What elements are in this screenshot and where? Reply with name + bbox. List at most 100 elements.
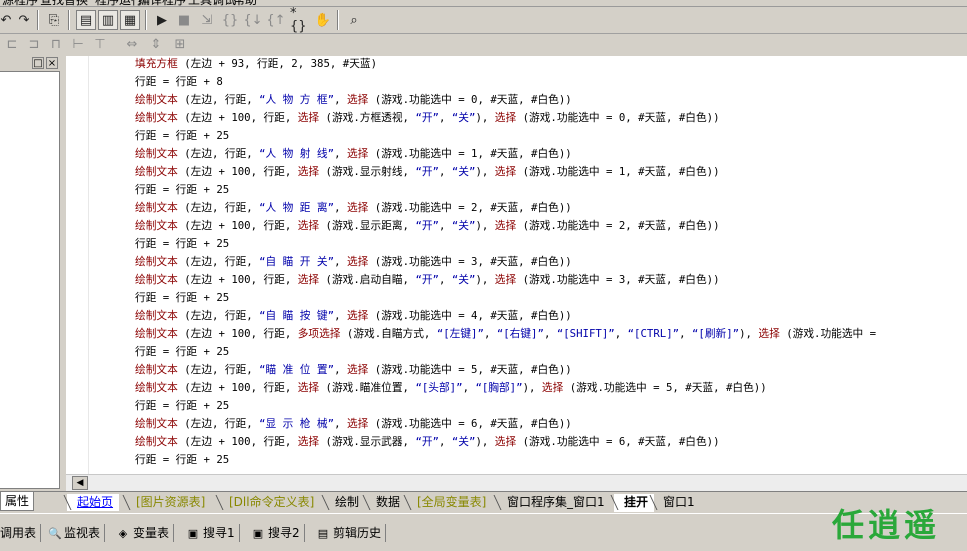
space-h-icon[interactable]: ⊢ — [68, 34, 88, 54]
hand-icon[interactable]: ✋ — [313, 10, 333, 30]
editor-tab-3[interactable]: 绘制 — [325, 494, 365, 511]
same-size-icon[interactable]: ⊞ — [170, 34, 190, 54]
code-line[interactable]: 绘制文本 (左边 + 100, 行距, 选择 (游戏.方框透视, “开”, “关… — [135, 109, 883, 127]
code-text: ), — [475, 273, 495, 286]
code-line[interactable]: 绘制文本 (左边 + 100, 行距, 选择 (游戏.瞄准位置, “[头部]”,… — [135, 379, 883, 397]
code-function: 选择 — [346, 363, 369, 376]
code-editor[interactable]: 填充方框 (左边 + 93, 行距, 2, 385, #天蓝) 行距 = 行距 +… — [66, 56, 967, 474]
code-line[interactable]: 绘制文本 (左边, 行距, “瞄 准 位 置”, 选择 (游戏.功能选中 = 5… — [135, 361, 883, 379]
editor-tab-4[interactable]: 数据 — [366, 494, 406, 511]
code-line[interactable]: 绘制文本 (左边, 行距, “人 物 方 框”, 选择 (游戏.功能选中 = 0… — [135, 91, 883, 109]
code-line[interactable]: 绘制文本 (左边, 行距, “自 瞄 按 键”, 选择 (游戏.功能选中 = 4… — [135, 307, 883, 325]
editor-tab-8[interactable]: 窗口1 — [653, 494, 701, 511]
code-text: (游戏.功能选中 = 6, #天蓝, #白色)) — [368, 417, 572, 430]
code-line[interactable]: 行距 = 行距 + 25 — [135, 397, 883, 415]
bottom-tab-1[interactable]: 🔍 监视表 — [48, 524, 106, 542]
menu-item-0[interactable]: 源程序 — [2, 0, 38, 6]
same-height-icon[interactable]: ⇕ — [146, 34, 166, 54]
bottom-tab-label: 监视表 — [64, 526, 101, 540]
bottom-tab-5[interactable]: ▤ 剪辑历史 — [317, 524, 387, 542]
menu-item-1[interactable]: 查找替换 — [40, 0, 88, 6]
step-over-icon[interactable]: {↓ — [243, 10, 263, 30]
close-icon[interactable]: × — [46, 57, 58, 69]
editor-tab-7[interactable]: 挂开 — [614, 494, 655, 512]
step-icon[interactable]: ⇲ — [197, 10, 217, 30]
redo-icon[interactable]: ↷ — [14, 10, 34, 30]
code-text: (游戏.功能选中 = 5, #天蓝, #白色)) — [368, 363, 572, 376]
code-text: 行距 = 行距 + 25 — [135, 345, 230, 358]
same-width-icon[interactable]: ⇔ — [122, 34, 142, 54]
code-text: (左边, 行距, — [177, 255, 260, 268]
tab-properties[interactable]: 属性 — [0, 492, 35, 511]
code-function: 绘制文本 — [135, 147, 178, 160]
space-v-icon[interactable]: ⊤ — [90, 34, 110, 54]
code-line[interactable]: 行距 = 行距 + 25 — [135, 343, 883, 361]
menu-item-3[interactable]: 编译程序 — [138, 0, 186, 6]
layout-3-icon[interactable]: ▦ — [120, 10, 140, 30]
bottom-tab-4[interactable]: ▣ 搜寻2 — [252, 524, 305, 542]
code-text: (左边 + 93, 行距, 2, 385, #天蓝) — [177, 57, 378, 70]
run-icon[interactable]: ▶ — [152, 10, 172, 30]
binoculars-icon[interactable]: ⌕ — [344, 10, 364, 30]
editor-tab-2[interactable]: [Dll命令定义表] — [219, 494, 320, 511]
code-string: “开” — [415, 219, 439, 232]
left-panel-list[interactable] — [0, 71, 60, 489]
code-text: (游戏.方框透视, — [319, 111, 416, 124]
menu-item-2[interactable]: 程序运行 — [95, 0, 143, 6]
editor-tab-6[interactable]: 窗口程序集_窗口1 — [497, 494, 611, 511]
menu-item-4[interactable]: 工具调试 — [188, 0, 236, 6]
code-line[interactable]: 绘制文本 (左边 + 100, 行距, 选择 (游戏.显示距离, “开”, “关… — [135, 217, 883, 235]
code-line[interactable]: 绘制文本 (左边 + 100, 行距, 多项选择 (游戏.自瞄方式, “[左键]… — [135, 325, 883, 343]
code-function: 绘制文本 — [135, 111, 178, 124]
code-line[interactable]: 绘制文本 (左边, 行距, “人 物 射 线”, 选择 (游戏.功能选中 = 1… — [135, 145, 883, 163]
code-line[interactable]: 填充方框 (左边 + 93, 行距, 2, 385, #天蓝) — [135, 56, 883, 73]
bottom-tab-0[interactable]: 调用表 — [0, 524, 42, 542]
code-line[interactable]: 绘制文本 (左边, 行距, “显 示 枪 械”, 选择 (游戏.功能选中 = 6… — [135, 415, 883, 433]
code-string: “瞄 准 位 置” — [259, 363, 335, 376]
stop-icon[interactable]: ■ — [174, 10, 194, 30]
find-icon[interactable]: ⎘ — [44, 10, 64, 30]
code-line[interactable]: 绘制文本 (左边, 行距, “自 瞄 开 关”, 选择 (游戏.功能选中 = 3… — [135, 253, 883, 271]
code-text: 行距 = 行距 + 8 — [135, 75, 223, 88]
bottom-tab-3[interactable]: ▣ 搜寻1 — [187, 524, 240, 542]
code-line[interactable]: 行距 = 行距 + 25 — [135, 235, 883, 253]
code-line[interactable]: 绘制文本 (左边 + 100, 行距, 选择 (游戏.显示射线, “开”, “关… — [135, 163, 883, 181]
code-string: “关” — [451, 273, 476, 286]
code-line[interactable]: 行距 = 行距 + 8 — [135, 73, 883, 91]
breakpoint-icon[interactable]: *{} — [290, 7, 310, 33]
code-text: , — [679, 327, 692, 340]
editor-tab-5[interactable]: [全局变量表] — [407, 494, 492, 511]
code-string: “关” — [451, 165, 476, 178]
code-line[interactable]: 行距 = 行距 + 25 — [135, 181, 883, 199]
bottom-tool-bar: 调用表 🔍 监视表 ◈ 变量表 ▣ 搜寻1 ▣ 搜寻2 ▤ 剪辑历史 — [0, 513, 967, 551]
bottom-tab-2[interactable]: ◈ 变量表 — [117, 524, 175, 542]
code-line[interactable]: 行距 = 行距 + 25 — [135, 127, 883, 145]
horizontal-scrollbar[interactable]: ◀ — [66, 474, 967, 492]
code-line[interactable]: 行距 = 行距 + 25 — [135, 451, 883, 469]
scroll-left-icon[interactable]: ◀ — [72, 476, 88, 490]
code-line[interactable]: 绘制文本 (左边, 行距, “人 物 距 离”, 选择 (游戏.功能选中 = 2… — [135, 199, 883, 217]
code-string: “显 示 枪 械” — [259, 417, 335, 430]
pin-icon[interactable]: □ — [32, 57, 44, 69]
step-out-icon[interactable]: {↑ — [266, 10, 286, 30]
search2-icon: ▣ — [252, 527, 264, 540]
align-left-icon[interactable]: ⊏ — [2, 34, 22, 54]
layout-2-icon[interactable]: ▥ — [98, 10, 118, 30]
code-text: 行距 = 行距 + 25 — [135, 129, 230, 142]
code-string: “[SHIFT]” — [556, 327, 615, 340]
code-text: (左边 + 100, 行距, — [177, 381, 298, 394]
code-line[interactable]: 绘制文本 (左边 + 100, 行距, 选择 (游戏.启动自瞄, “开”, “关… — [135, 271, 883, 289]
code-function: 选择 — [346, 201, 369, 214]
editor-tab-1[interactable]: [图片资源表] — [126, 494, 211, 511]
code-line[interactable]: 绘制文本 (左边 + 100, 行距, 选择 (游戏.显示武器, “开”, “关… — [135, 433, 883, 451]
align-right-icon[interactable]: ⊓ — [46, 34, 66, 54]
step-into-icon[interactable]: {} — [220, 10, 240, 30]
layout-1-icon[interactable]: ▤ — [76, 10, 96, 30]
align-center-icon[interactable]: ⊐ — [24, 34, 44, 54]
menu-item-5[interactable]: 帮助 — [233, 0, 257, 6]
code-function: 绘制文本 — [135, 309, 178, 322]
code-string: “关” — [451, 219, 476, 232]
editor-tab-0[interactable]: 起始页 — [67, 494, 120, 511]
code-line[interactable]: 行距 = 行距 + 25 — [135, 289, 883, 307]
code-text: , — [462, 381, 476, 394]
